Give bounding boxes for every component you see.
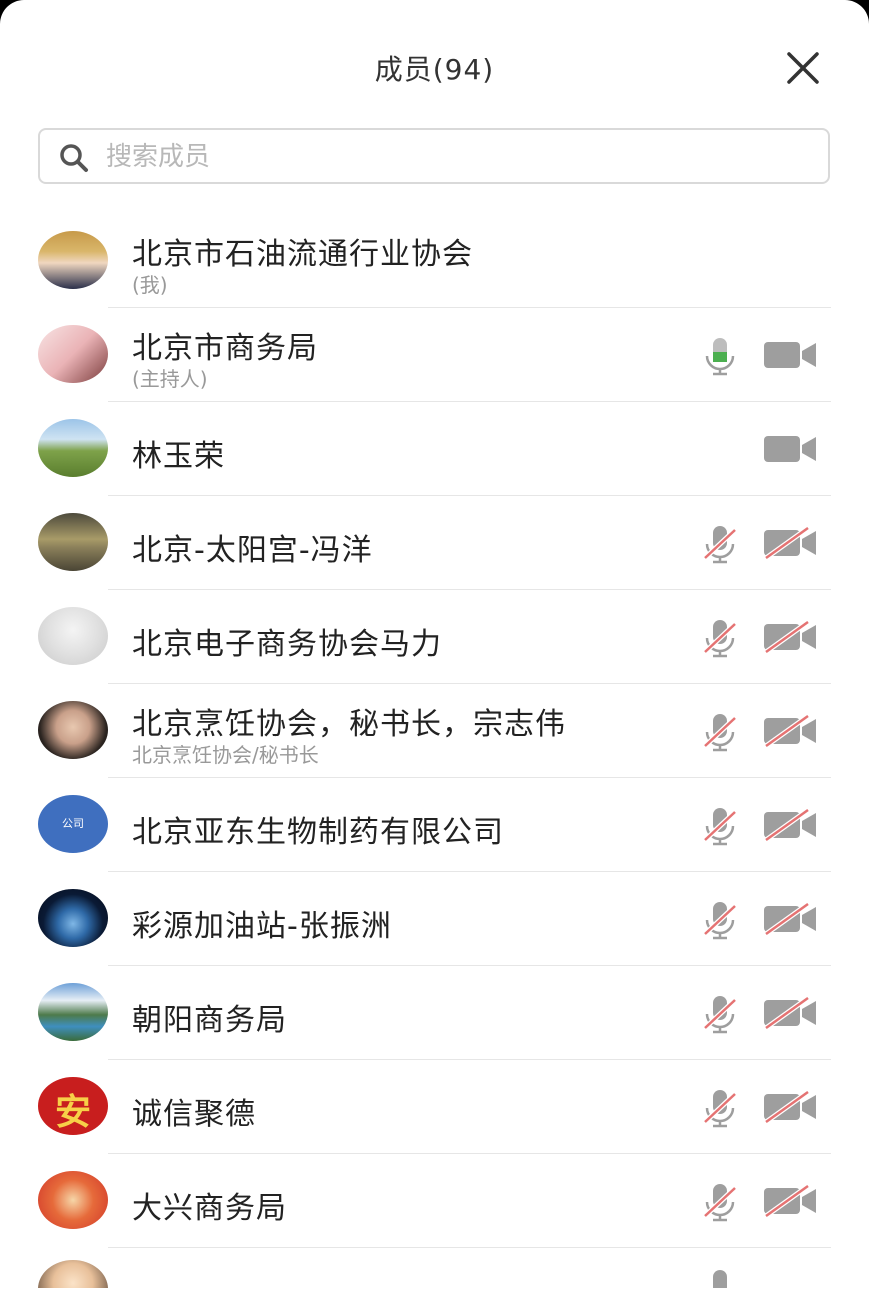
member-row[interactable]: 北京烹饪协会，秘书长，宗志伟 北京烹饪协会/秘书长 [0, 684, 869, 778]
member-name: 北京市石油流通行业协会 [132, 237, 473, 272]
microphone-muted-icon[interactable] [702, 1268, 738, 1288]
avatar [38, 419, 108, 477]
camera-off-icon[interactable] [764, 1185, 816, 1217]
member-row[interactable]: 公司 北京亚东生物制药有限公司 [0, 778, 869, 872]
microphone-muted-icon[interactable] [702, 900, 738, 940]
camera-off-icon[interactable] [764, 809, 816, 841]
microphone-muted-icon[interactable] [702, 1088, 738, 1128]
member-name: 大兴商务局 [132, 1191, 287, 1226]
avatar [38, 1171, 108, 1229]
avatar [38, 701, 108, 759]
member-name: 朝阳商务局 [132, 1003, 287, 1038]
member-name: 北京市商务局 [132, 331, 318, 366]
microphone-muted-icon[interactable] [702, 1182, 738, 1222]
member-row[interactable]: 北京市商务局 (主持人) [0, 308, 869, 402]
camera-off-icon[interactable] [764, 1091, 816, 1123]
member-row[interactable]: 林玉荣 [0, 402, 869, 496]
avatar: 安 [38, 1077, 108, 1135]
member-row[interactable]: 大兴商务局 [0, 1154, 869, 1248]
close-button[interactable] [783, 48, 823, 88]
search-box[interactable] [38, 128, 830, 184]
microphone-muted-icon[interactable] [702, 994, 738, 1034]
member-row[interactable]: 彩源加油站-张振洲 [0, 872, 869, 966]
member-name: 北京-太阳宫-冯洋 [132, 533, 373, 568]
camera-off-icon[interactable] [764, 621, 816, 653]
page-title: 成员(94) [374, 53, 495, 86]
camera-on-icon[interactable] [764, 433, 816, 465]
member-role: (我) [132, 273, 168, 297]
member-name: 林玉荣 [132, 439, 225, 474]
microphone-on-icon[interactable] [702, 336, 738, 376]
member-name: 北京电子商务协会马力 [132, 627, 442, 662]
members-list: 北京市石油流通行业协会 (我) 北京市商务局 (主持人) 林玉荣 北京-太阳宫-… [0, 214, 869, 1288]
microphone-muted-icon[interactable] [702, 618, 738, 658]
member-role: (主持人) [132, 367, 208, 391]
avatar: 公司 [38, 795, 108, 853]
search-icon [60, 144, 88, 172]
member-row[interactable]: 朝阳商务局 [0, 966, 869, 1060]
avatar [38, 1260, 108, 1288]
avatar [38, 983, 108, 1041]
member-name: 诚信聚德 [132, 1097, 256, 1132]
avatar [38, 889, 108, 947]
camera-off-icon[interactable] [764, 527, 816, 559]
camera-off-icon[interactable] [764, 997, 816, 1029]
avatar [38, 231, 108, 289]
members-sheet: 成员(94) 北京市石油流通行业协会 (我) 北京市商务局 (主持人) [0, 0, 869, 1295]
close-icon [787, 52, 819, 84]
microphone-muted-icon[interactable] [702, 712, 738, 752]
member-row[interactable]: 北京-太阳宫-冯洋 [0, 496, 869, 590]
member-name: 北京烹饪协会，秘书长，宗志伟 [132, 707, 566, 742]
avatar [38, 513, 108, 571]
member-name: 彩源加油站-张振洲 [132, 909, 392, 944]
member-name: 北京亚东生物制药有限公司 [132, 815, 504, 850]
microphone-muted-icon[interactable] [702, 524, 738, 564]
microphone-muted-icon[interactable] [702, 806, 738, 846]
avatar-label: 公司 [62, 817, 84, 830]
member-row[interactable]: 安 诚信聚德 [0, 1060, 869, 1154]
member-row[interactable]: 北京电子商务协会马力 [0, 590, 869, 684]
avatar-character: 安 [54, 1092, 91, 1133]
search-input[interactable] [104, 136, 808, 178]
camera-off-icon[interactable] [764, 715, 816, 747]
member-role: 北京烹饪协会/秘书长 [132, 743, 319, 767]
member-row[interactable]: 北京市石油流通行业协会 (我) [0, 214, 869, 308]
avatar [38, 325, 108, 383]
camera-on-icon[interactable] [764, 339, 816, 371]
member-row-partial[interactable] [0, 1248, 869, 1288]
avatar [38, 607, 108, 665]
sheet-header: 成员(94) [0, 40, 869, 96]
camera-off-icon[interactable] [764, 903, 816, 935]
